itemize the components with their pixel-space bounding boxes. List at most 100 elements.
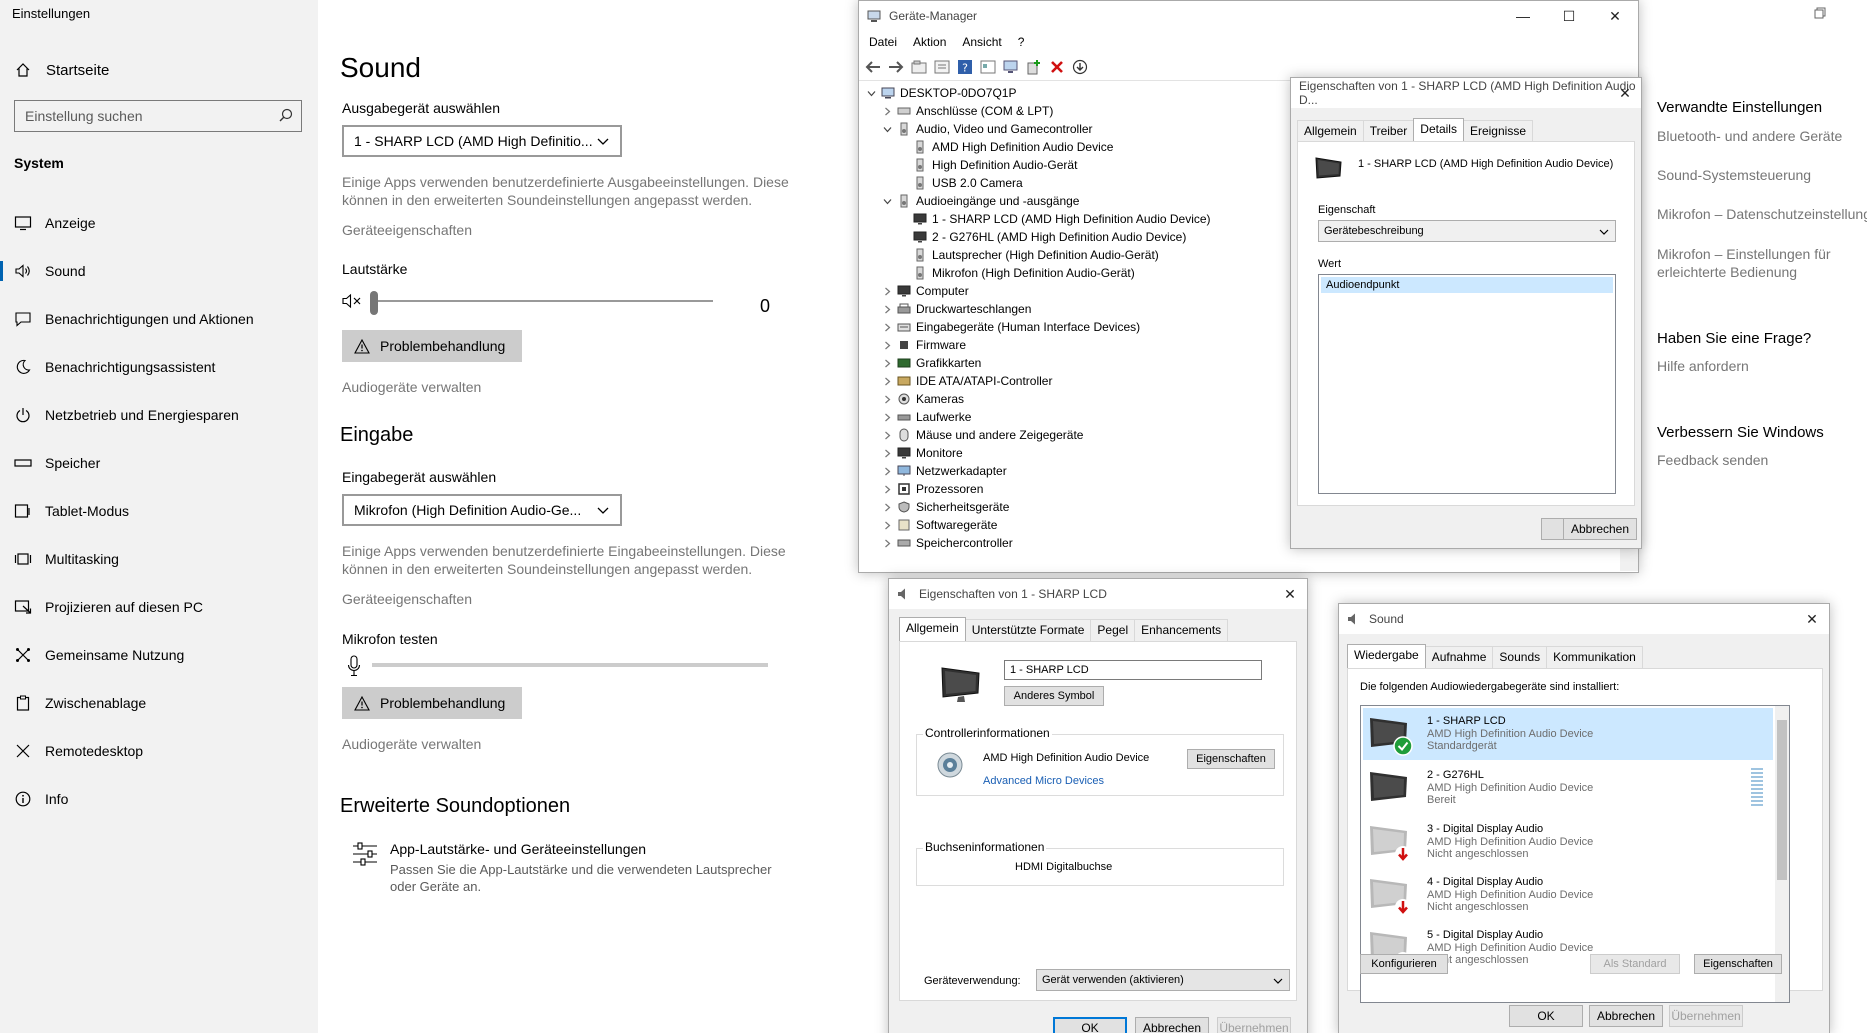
expand-arrow-icon[interactable] <box>881 431 893 440</box>
back-arrow-icon[interactable] <box>863 57 883 77</box>
expand-arrow-icon[interactable] <box>881 413 893 422</box>
nav-item-power[interactable]: Netzbetrieb und Energiesparen <box>0 395 318 435</box>
close-button[interactable]: ✕ <box>1609 78 1641 108</box>
list-item[interactable]: 2 - G276HL AMD High Definition Audio Dev… <box>1363 762 1763 814</box>
output-troubleshoot-button[interactable]: Problembehandlung <box>342 330 522 362</box>
expand-arrow-icon[interactable] <box>881 503 893 512</box>
tree-node[interactable]: Laufwerke <box>881 408 971 426</box>
settings-search-box[interactable] <box>14 100 302 132</box>
output-device-properties-link[interactable]: Geräteeigenschaften <box>342 222 472 238</box>
ok-button[interactable]: OK <box>1053 1017 1127 1033</box>
related-link-mic-accessibility[interactable]: Mikrofon – Einstellungen für erleichtert… <box>1657 245 1847 281</box>
nav-item-multitasking[interactable]: Multitasking <box>0 539 318 579</box>
cancel-button[interactable]: Abbrechen <box>1589 1005 1663 1027</box>
settings-search-input[interactable] <box>15 101 265 131</box>
controller-vendor-link[interactable]: Advanced Micro Devices <box>983 775 1104 787</box>
menu-action[interactable]: Aktion <box>913 35 946 49</box>
expand-arrow-icon[interactable] <box>881 287 893 296</box>
expand-arrow-icon[interactable] <box>881 107 893 116</box>
expand-arrow-icon[interactable] <box>881 377 893 386</box>
tab-communication[interactable]: Kommunikation <box>1546 646 1643 670</box>
collapse-arrow-icon[interactable] <box>881 197 893 206</box>
related-link-bluetooth[interactable]: Bluetooth- und andere Geräte <box>1657 127 1842 145</box>
nav-item-project[interactable]: Projizieren auf diesen PC <box>0 587 318 627</box>
tree-node[interactable]: High Definition Audio-Gerät <box>897 156 1077 174</box>
tree-node[interactable]: Monitore <box>881 444 963 462</box>
scrollbar-thumb[interactable] <box>1777 720 1787 880</box>
restore-window-icon[interactable] <box>1814 6 1826 24</box>
tree-node[interactable]: 2 - G276HL (AMD High Definition Audio De… <box>897 228 1186 246</box>
tree-node[interactable]: Computer <box>881 282 969 300</box>
tree-node[interactable]: Softwaregeräte <box>881 516 997 534</box>
tree-node[interactable]: IDE ATA/ATAPI-Controller <box>881 372 1052 390</box>
tree-node[interactable]: 1 - SHARP LCD (AMD High Definition Audio… <box>897 210 1211 228</box>
expand-arrow-icon[interactable] <box>881 539 893 548</box>
expand-arrow-icon[interactable] <box>881 521 893 530</box>
up-tree-icon[interactable] <box>909 57 929 77</box>
input-device-dropdown[interactable]: Mikrofon (High Definition Audio-Ge... <box>342 494 622 526</box>
list-item[interactable]: 4 - Digital Display Audio AMD High Defin… <box>1363 869 1763 921</box>
output-manage-devices-link[interactable]: Audiogeräte verwalten <box>342 379 481 395</box>
tab-playback[interactable]: Wiedergabe <box>1347 644 1426 668</box>
expand-arrow-icon[interactable] <box>881 485 893 494</box>
tab-supported-formats[interactable]: Unterstützte Formate <box>964 619 1092 643</box>
sound-properties-button[interactable]: Eigenschaften <box>1694 954 1782 974</box>
device-name-input[interactable]: 1 - SHARP LCD <box>1004 660 1262 680</box>
maximize-button[interactable]: ☐ <box>1546 1 1592 31</box>
output-device-dropdown[interactable]: 1 - SHARP LCD (AMD High Definitio... <box>342 125 622 157</box>
configure-button[interactable]: Konfigurieren <box>1360 954 1448 974</box>
app-volume-link[interactable]: App-Lautstärke- und Geräteeinstellungen <box>390 841 646 857</box>
help-toolbar-icon[interactable]: ? <box>955 57 975 77</box>
nav-item-clipboard[interactable]: Zwischenablage <box>0 683 318 723</box>
menu-view[interactable]: Ansicht <box>962 35 1001 49</box>
apply-button[interactable]: Übernehmen <box>1217 1017 1291 1033</box>
tree-node[interactable]: Audioeingänge und -ausgänge <box>881 192 1079 210</box>
value-listbox[interactable]: Audioendpunkt <box>1318 274 1616 494</box>
update-driver-icon[interactable] <box>1070 57 1090 77</box>
uninstall-device-icon[interactable] <box>1047 57 1067 77</box>
menu-file[interactable]: Datei <box>869 35 897 49</box>
tree-node[interactable]: DESKTOP-0DO7Q1P <box>865 84 1016 102</box>
feedback-link[interactable]: Feedback senden <box>1657 451 1768 469</box>
nav-item-focus-assist[interactable]: Benachrichtigungsassistent <box>0 347 318 387</box>
tree-node[interactable]: Lautsprecher (High Definition Audio-Gerä… <box>897 246 1159 264</box>
search-icon[interactable] <box>279 108 293 127</box>
tree-node[interactable]: Kameras <box>881 390 964 408</box>
scan-hardware-icon[interactable] <box>1001 57 1021 77</box>
tab-enhancements[interactable]: Enhancements <box>1134 619 1229 643</box>
tree-node[interactable]: USB 2.0 Camera <box>897 174 1023 192</box>
value-list-item[interactable]: Audioendpunkt <box>1321 277 1613 293</box>
apply-button[interactable]: Übernehmen <box>1669 1005 1743 1027</box>
nav-item-sound[interactable]: Sound <box>0 251 318 291</box>
related-link-sound-control-panel[interactable]: Sound-Systemsteuerung <box>1657 166 1811 184</box>
close-button[interactable]: ✕ <box>1592 1 1638 31</box>
cancel-button[interactable]: Abbrechen <box>1135 1017 1209 1033</box>
tab-sounds[interactable]: Sounds <box>1492 646 1548 670</box>
view-toolbar-icon[interactable] <box>978 57 998 77</box>
expand-arrow-icon[interactable] <box>881 395 893 404</box>
tree-node[interactable]: Netzwerkadapter <box>881 462 1007 480</box>
tree-node[interactable]: Anschlüsse (COM & LPT) <box>881 102 1053 120</box>
controller-properties-button[interactable]: Eigenschaften <box>1187 749 1275 769</box>
properties-toolbar-icon[interactable] <box>932 57 952 77</box>
help-link[interactable]: Hilfe anfordern <box>1657 357 1749 375</box>
device-usage-combobox[interactable]: Gerät verwenden (aktivieren) <box>1036 969 1290 991</box>
input-troubleshoot-button[interactable]: Problembehandlung <box>342 687 522 719</box>
property-combobox[interactable]: Gerätebeschreibung <box>1318 220 1616 242</box>
tree-node[interactable]: Mäuse und andere Zeigegeräte <box>881 426 1083 444</box>
nav-home[interactable]: Startseite <box>14 60 109 80</box>
nav-item-notifications[interactable]: Benachrichtigungen und Aktionen <box>0 299 318 339</box>
menu-help[interactable]: ? <box>1018 35 1025 49</box>
collapse-arrow-icon[interactable] <box>881 125 893 134</box>
close-button[interactable]: ✕ <box>1273 579 1307 609</box>
tab-general[interactable]: Allgemein <box>899 617 966 641</box>
expand-arrow-icon[interactable] <box>881 341 893 350</box>
tree-node[interactable]: Firmware <box>881 336 966 354</box>
volume-slider-thumb[interactable] <box>370 291 378 315</box>
close-button[interactable]: ✕ <box>1795 604 1829 634</box>
tree-node[interactable]: Druckwarteschlangen <box>881 300 1031 318</box>
tree-node[interactable]: Prozessoren <box>881 480 983 498</box>
forward-arrow-icon[interactable] <box>886 57 906 77</box>
input-device-properties-link[interactable]: Geräteeigenschaften <box>342 591 472 607</box>
tree-node[interactable]: Sicherheitsgeräte <box>881 498 1009 516</box>
